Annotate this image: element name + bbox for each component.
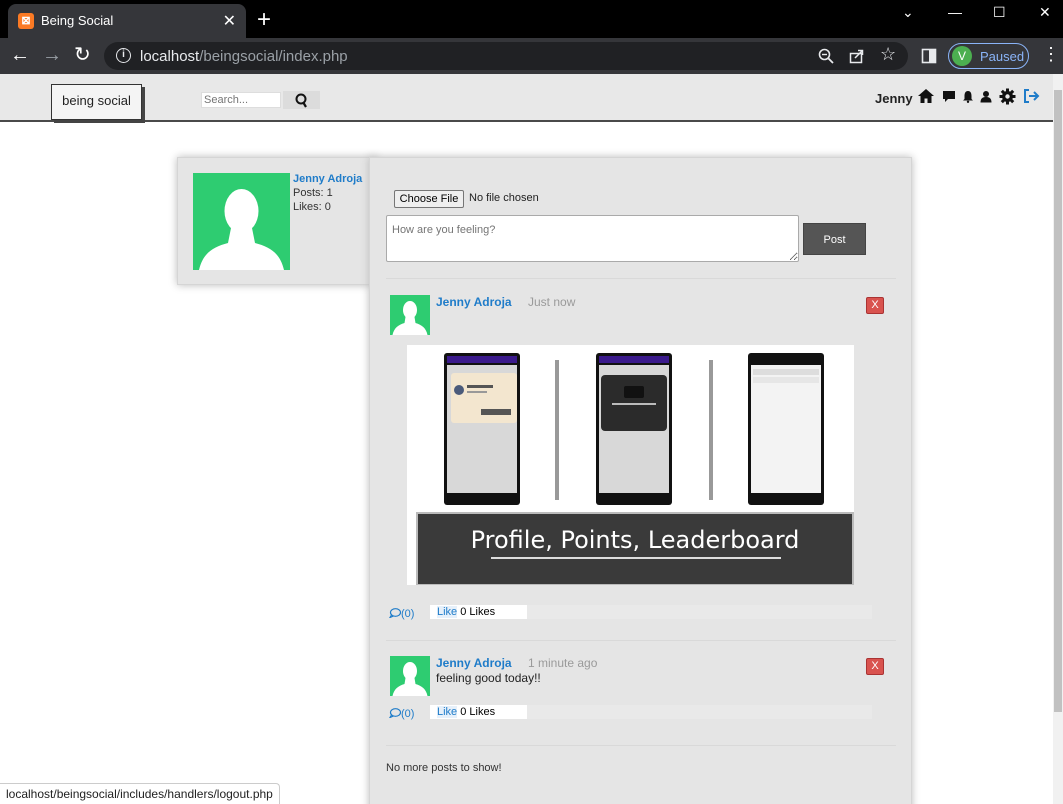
messages-icon[interactable]: [942, 90, 956, 103]
post-body: feeling good today!!: [436, 671, 541, 685]
chevron-down-icon[interactable]: ⌄: [902, 4, 914, 21]
url-path: /beingsocial/index.php: [199, 48, 348, 65]
browser-menu-icon[interactable]: ⋮: [1042, 44, 1060, 65]
like-bar: Like 0 Likes: [430, 705, 527, 719]
post-textarea[interactable]: [386, 215, 799, 262]
notifications-bell-icon[interactable]: [962, 90, 974, 103]
post-author-link[interactable]: Jenny Adroja: [436, 656, 512, 670]
close-tab-icon[interactable]: ✕: [223, 11, 236, 31]
likes-count: 0 Likes: [460, 706, 496, 718]
post-image-caption: Profile, Points, Leaderboard: [470, 526, 800, 554]
tab-title: Being Social: [41, 13, 114, 28]
profile-status: Paused: [980, 49, 1025, 64]
post-item: Jenny Adroja 1 minute ago feeling good t…: [386, 649, 896, 729]
comment-bubble-icon: [388, 608, 402, 619]
site-logo[interactable]: being social: [51, 84, 142, 120]
settings-gear-icon[interactable]: [999, 88, 1016, 105]
home-icon[interactable]: [917, 88, 935, 104]
scrollbar-thumb[interactable]: [1054, 90, 1062, 712]
username-link[interactable]: Jenny: [875, 91, 913, 106]
new-tab-icon[interactable]: +: [257, 6, 271, 34]
friend-requests-icon[interactable]: [980, 90, 992, 103]
profile-avatar: V: [952, 46, 972, 66]
divider: [386, 745, 896, 746]
site-info-icon[interactable]: i: [116, 48, 131, 63]
page-scrollbar[interactable]: [1053, 74, 1063, 804]
site-header: being social Jenny: [0, 74, 1053, 122]
likes-count: 0 Likes: [460, 606, 496, 618]
bookmark-star-icon[interactable]: ☆: [880, 44, 896, 65]
post-author-link[interactable]: Jenny Adroja: [436, 295, 512, 309]
address-url[interactable]: localhost/beingsocial/index.php: [140, 48, 348, 65]
browser-tab-bar: ⊠ Being Social ✕ + ⌄ — ☐ ✕: [0, 0, 1063, 38]
comments-toggle[interactable]: (0): [388, 708, 415, 720]
search-input[interactable]: [201, 92, 281, 108]
divider: [386, 278, 896, 279]
logout-icon[interactable]: [1023, 88, 1041, 104]
post-image[interactable]: Profile, Points, Leaderboard: [407, 345, 854, 585]
browser-toolbar: ← → ↻ i localhost/beingsocial/index.php …: [0, 38, 1063, 74]
divider: [386, 640, 896, 641]
reload-icon[interactable]: ↻: [74, 44, 91, 66]
side-panel-icon[interactable]: [921, 48, 937, 64]
like-strip: [527, 605, 872, 619]
comments-count: (0): [401, 708, 415, 720]
browser-tab[interactable]: ⊠ Being Social ✕: [8, 4, 246, 38]
share-icon[interactable]: [849, 48, 865, 64]
like-bar: Like 0 Likes: [430, 605, 527, 619]
xampp-favicon-icon: ⊠: [18, 13, 34, 29]
delete-post-button[interactable]: X: [866, 297, 884, 314]
caption-underline: [491, 557, 781, 559]
profile-chip[interactable]: V Paused: [948, 43, 1029, 69]
maximize-icon[interactable]: ☐: [993, 4, 1006, 21]
post-author-avatar[interactable]: [390, 295, 430, 335]
feed-column: Choose File No file chosen Post Jenny Ad…: [369, 157, 912, 804]
post-button[interactable]: Post: [803, 223, 866, 255]
url-host: localhost: [140, 48, 200, 65]
delete-post-button[interactable]: X: [866, 658, 884, 675]
back-arrow-icon[interactable]: ←: [10, 44, 30, 66]
profile-likes-count: Likes: 0: [293, 201, 331, 213]
zoom-icon[interactable]: [818, 48, 834, 64]
choose-file-button[interactable]: Choose File: [394, 190, 464, 208]
comment-bubble-icon: [388, 708, 402, 719]
file-status: No file chosen: [469, 192, 539, 204]
close-window-icon[interactable]: ✕: [1039, 4, 1051, 21]
minimize-icon[interactable]: —: [948, 4, 962, 20]
profile-avatar-image[interactable]: [193, 173, 290, 270]
like-button[interactable]: Like: [437, 606, 458, 618]
like-strip: [527, 705, 872, 719]
forward-arrow-icon[interactable]: →: [42, 44, 62, 66]
comments-toggle[interactable]: (0): [388, 608, 415, 620]
like-button[interactable]: Like: [437, 706, 458, 718]
search-icon: [295, 93, 307, 108]
post-timestamp: Just now: [528, 295, 576, 309]
profile-name-link[interactable]: Jenny Adroja: [293, 173, 362, 185]
profile-posts-count: Posts: 1: [293, 187, 333, 199]
page-viewport: being social Jenny Jenny Adroja Posts: 1…: [0, 74, 1053, 804]
post-item: Jenny Adroja Just now X Profile, Points,…: [386, 288, 896, 628]
link-status-bar: localhost/beingsocial/includes/handlers/…: [0, 783, 280, 804]
address-bar[interactable]: i localhost/beingsocial/index.php ☆: [104, 42, 908, 70]
profile-card: Jenny Adroja Posts: 1 Likes: 0: [177, 157, 377, 285]
post-author-avatar[interactable]: [390, 656, 430, 696]
search-button[interactable]: [283, 91, 320, 109]
comments-count: (0): [401, 608, 415, 620]
post-timestamp: 1 minute ago: [528, 656, 598, 670]
feed-end-message: No more posts to show!: [386, 762, 502, 774]
